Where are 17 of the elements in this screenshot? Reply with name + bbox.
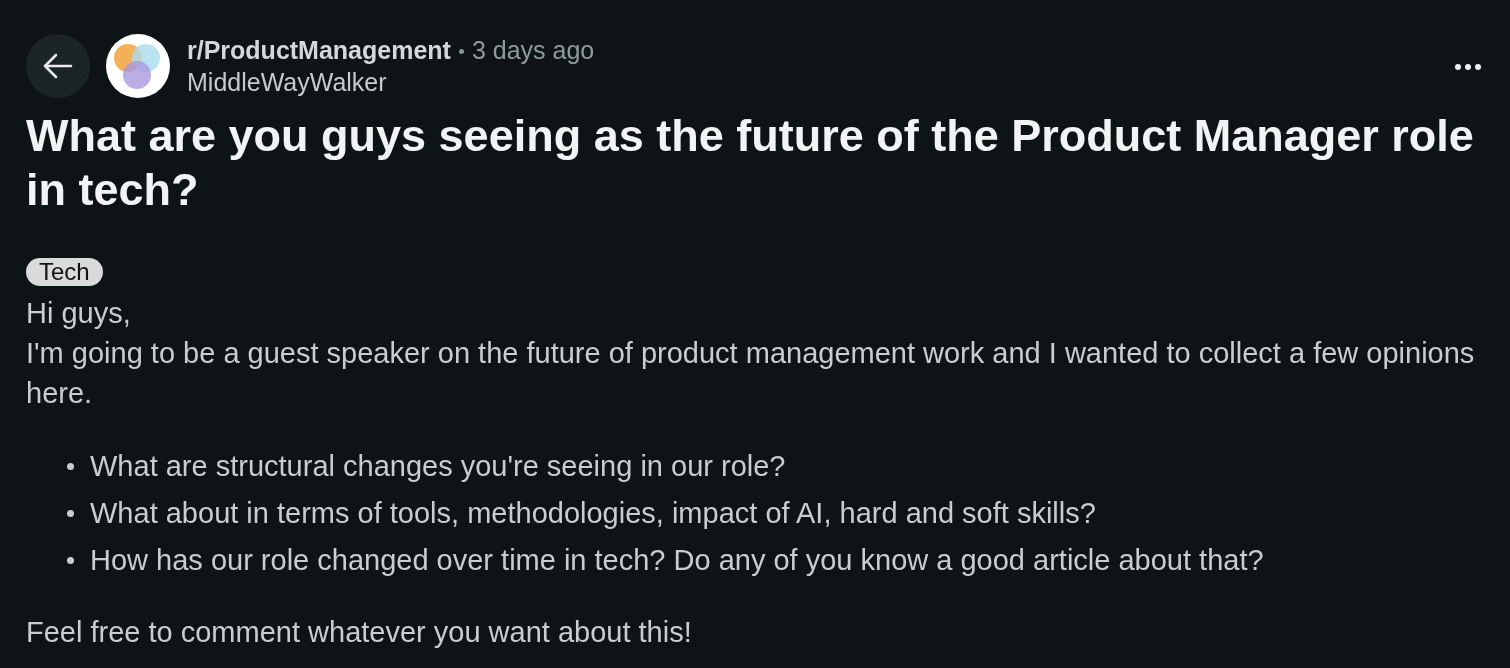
post-time: 3 days ago (471, 35, 595, 66)
bullet-icon (67, 509, 74, 517)
bullet-icon (67, 462, 74, 470)
bullet-icon (67, 556, 74, 564)
body-text: Feel free to comment whatever you want about this! (26, 615, 693, 650)
subreddit-link[interactable]: r/ProductManagement (187, 34, 451, 66)
venn-diagram-avatar-icon (106, 34, 170, 98)
post-title: What are you guys seeing as the future of the Product Manager role in tech? (26, 109, 1475, 217)
body-text: Hi guys, (26, 296, 132, 331)
body-text: I'm going to be a guest speaker on the future of product management work and I wanted to collect a few opinions here. (26, 336, 1476, 411)
more-options-button[interactable] (1453, 62, 1483, 72)
flair-tag[interactable]: Tech (26, 258, 103, 286)
author-link[interactable]: MiddleWayWalker (187, 66, 595, 98)
back-arrow-icon (43, 53, 73, 79)
bullet-text: What are structural changes you're seeing in our role? (90, 449, 786, 484)
bullet-text: What about in terms of tools, methodologies, impact of AI, hard and soft skills? (90, 496, 1096, 531)
bullet-text: How has our role changed over time in tech? Do any of you know a good article about that? (90, 543, 1264, 578)
